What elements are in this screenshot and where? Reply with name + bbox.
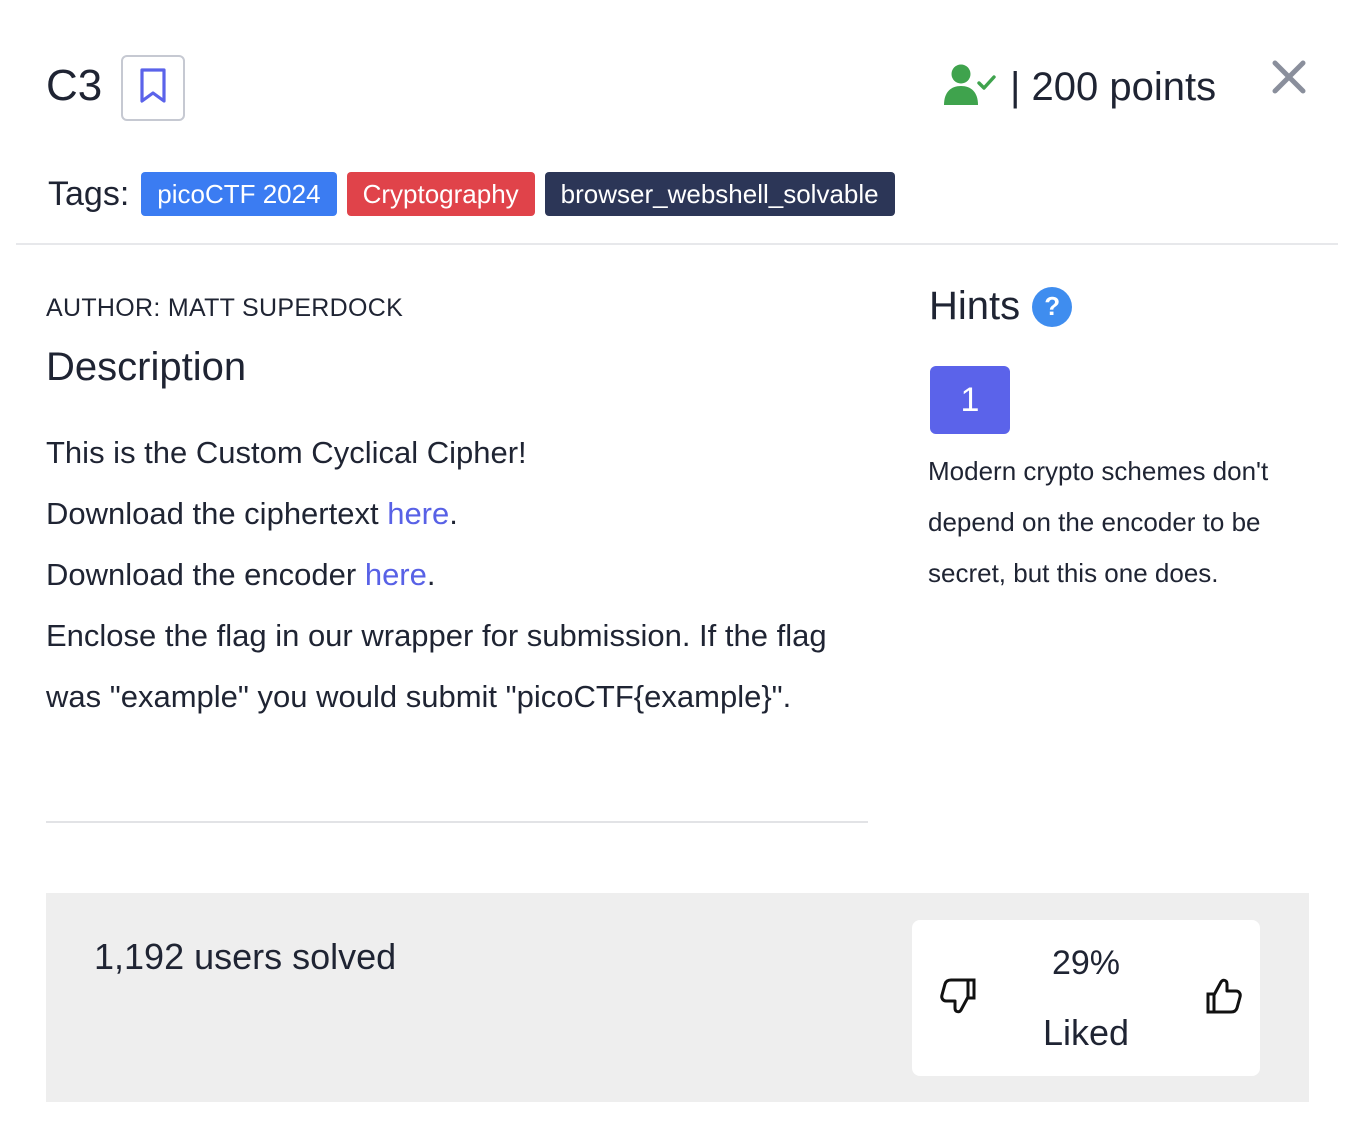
points-indicator: | 200 points [944, 60, 1216, 114]
thumbs-down-icon[interactable] [936, 974, 980, 1018]
hints-heading: Hints ? [929, 284, 1073, 329]
close-button[interactable] [1268, 58, 1310, 100]
question-circle-icon[interactable]: ? [1032, 286, 1073, 327]
description-heading: Description [46, 345, 247, 389]
description-text: . [426, 557, 436, 592]
tags-label: Tags: [48, 174, 130, 213]
description-text: Download the ciphertext [46, 496, 388, 531]
tag-picoctf-2024[interactable]: picoCTF 2024 [141, 172, 337, 216]
hints-title: Hints [929, 284, 1021, 328]
description-text: . [449, 496, 458, 531]
points-text: | 200 points [1010, 64, 1217, 109]
thumbs-up-icon[interactable] [1202, 974, 1246, 1018]
description-text: Download the encoder [46, 557, 365, 592]
hint-1-button[interactable]: 1 [930, 366, 1010, 434]
description-line: This is the Custom Cyclical Cipher! [46, 435, 527, 470]
bookmark-icon [138, 67, 168, 110]
description-line: Download the encoder here. [46, 544, 866, 605]
close-icon [1272, 60, 1306, 99]
liked-percent: 29% [1051, 944, 1121, 982]
tag-cryptography[interactable]: Cryptography [346, 172, 535, 216]
encoder-download-link[interactable]: here [365, 557, 427, 592]
challenge-title: C3 [46, 61, 103, 110]
user-check-icon [944, 63, 996, 112]
author-line: AUTHOR: MATT SUPERDOCK [46, 294, 404, 322]
description-divider [46, 821, 868, 823]
liked-label: Liked [1042, 1012, 1130, 1053]
description-line: Enclose the flag in our wrapper for subm… [46, 618, 827, 714]
tags-row: Tags: picoCTF 2024 Cryptography browser_… [48, 172, 905, 216]
users-solved-count: 1,192 users solved [94, 936, 397, 977]
tag-browser-webshell-solvable[interactable]: browser_webshell_solvable [544, 172, 895, 216]
ciphertext-download-link[interactable]: here [387, 496, 449, 531]
hint-text: Modern crypto schemes don't depend on th… [928, 456, 1269, 588]
header-divider [16, 243, 1338, 245]
bookmark-button[interactable] [121, 55, 185, 121]
description-line: Download the ciphertext here. [46, 483, 866, 544]
description-body: This is the Custom Cyclical Cipher! Down… [46, 422, 866, 727]
